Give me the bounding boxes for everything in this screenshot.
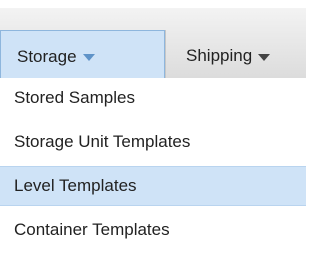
- menu-item-label: Container Templates: [14, 220, 170, 239]
- menu-shipping[interactable]: Shipping: [165, 30, 306, 82]
- menu-item-stored-samples[interactable]: Stored Samples: [0, 78, 306, 118]
- menu-shipping-label: Shipping: [186, 46, 253, 65]
- menu-item-container-templates[interactable]: Container Templates: [0, 210, 306, 250]
- chevron-down-icon: [82, 54, 95, 61]
- app-frame: Storage Shipping Stored Samples Storage …: [0, 0, 306, 254]
- menu-item-storage-unit-templates[interactable]: Storage Unit Templates: [0, 122, 306, 162]
- menu-item-label: Level Templates: [14, 176, 137, 195]
- menu-item-label: Storage Unit Templates: [14, 132, 191, 151]
- menu-item-level-templates[interactable]: Level Templates: [0, 166, 306, 206]
- storage-dropdown-menu: Stored Samples Storage Unit Templates Le…: [0, 78, 306, 254]
- top-strip: [0, 0, 306, 8]
- menu-bar: Storage Shipping: [0, 8, 306, 82]
- menu-storage-label: Storage: [17, 46, 77, 66]
- menu-item-label: Stored Samples: [14, 88, 135, 107]
- chevron-down-icon: [258, 53, 271, 61]
- menu-storage[interactable]: Storage: [0, 30, 165, 82]
